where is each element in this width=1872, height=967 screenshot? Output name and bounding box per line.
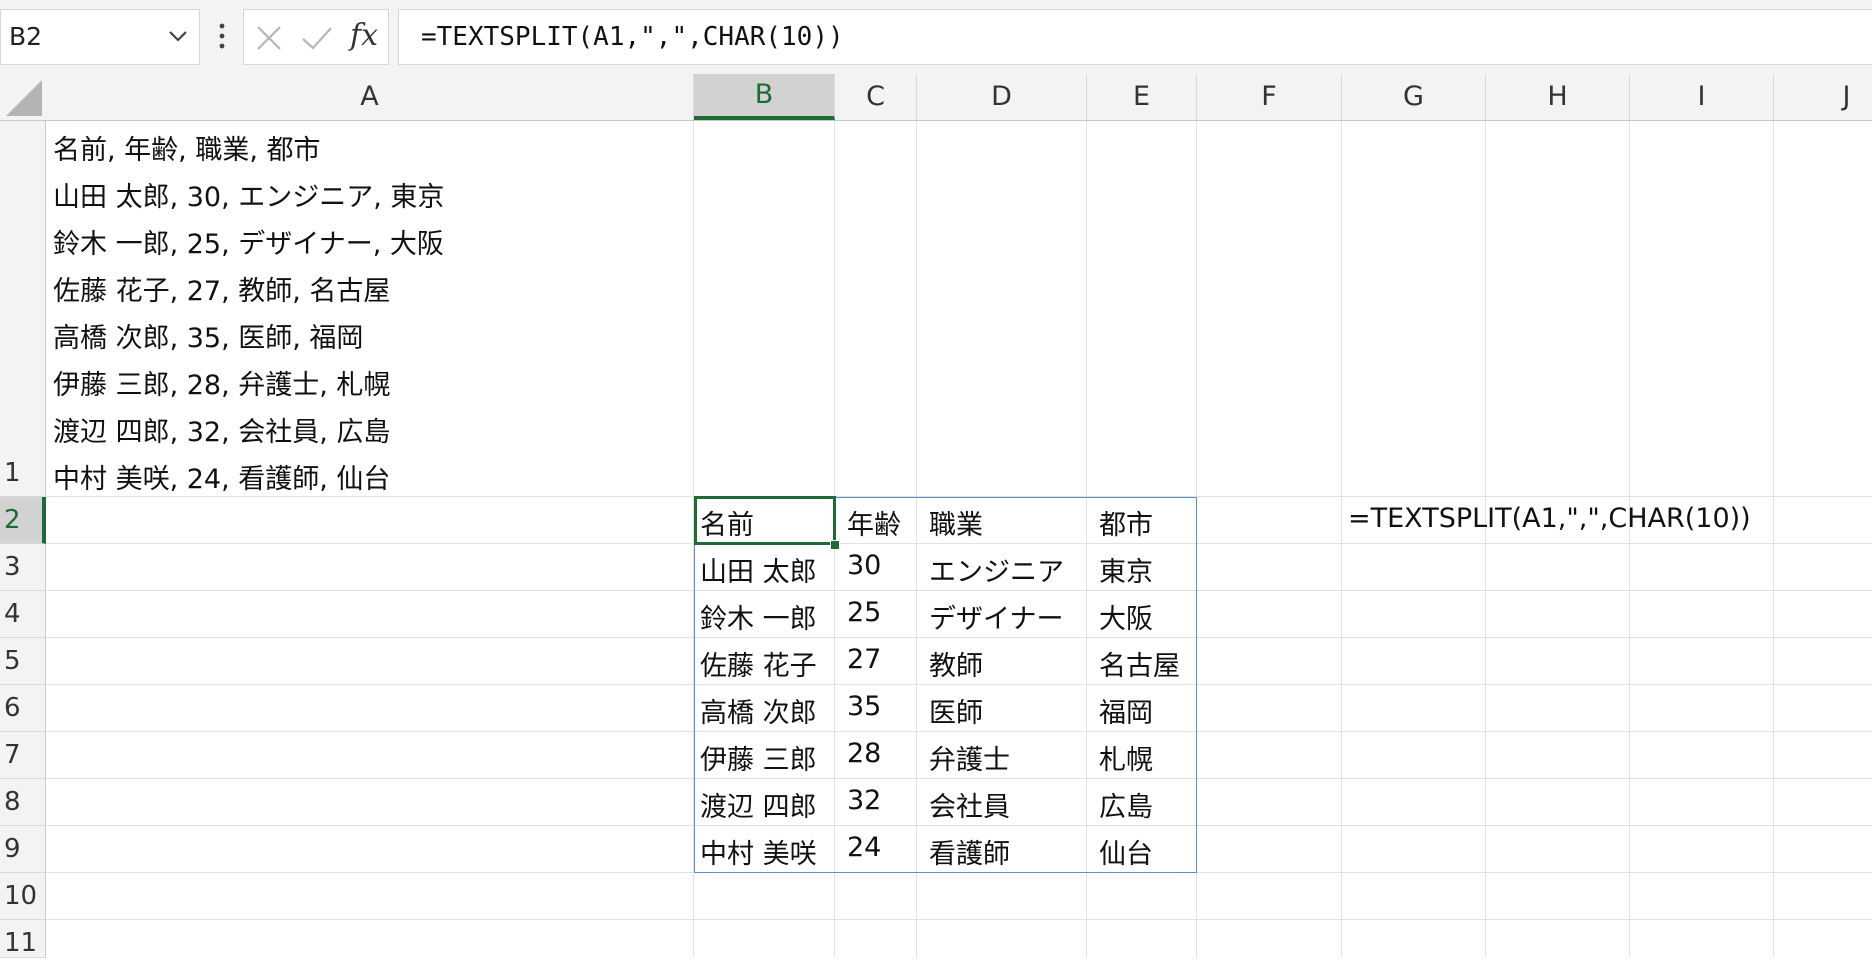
grid-line bbox=[1341, 121, 1342, 958]
column-header-row: ABCDEFGHIJ bbox=[0, 74, 1872, 121]
column-header-j[interactable]: J bbox=[1774, 74, 1872, 120]
column-header-h[interactable]: H bbox=[1486, 74, 1630, 120]
more-options-icon[interactable] bbox=[212, 18, 232, 60]
enter-icon[interactable] bbox=[300, 23, 334, 57]
column-header-e[interactable]: E bbox=[1087, 74, 1197, 120]
name-box[interactable]: B2 bbox=[0, 9, 200, 65]
formula-bar: B2 fx =TEXTSPLIT(A1,",",CHAR(10)) bbox=[0, 0, 1872, 74]
formula-input[interactable]: =TEXTSPLIT(A1,",",CHAR(10)) bbox=[398, 9, 1872, 65]
grid-line bbox=[1485, 121, 1486, 958]
cell-a1-line: 佐藤 花子, 27, 教師, 名古屋 bbox=[53, 276, 391, 307]
row-header-11[interactable]: 11 bbox=[0, 920, 46, 958]
formula-text: =TEXTSPLIT(A1,",",CHAR(10)) bbox=[421, 22, 844, 52]
column-header-g[interactable]: G bbox=[1342, 74, 1486, 120]
grid-line bbox=[1773, 121, 1774, 958]
insert-function-button[interactable]: fx bbox=[350, 18, 378, 53]
cell-a1-line: 中村 美咲, 24, 看護師, 仙台 bbox=[53, 464, 391, 495]
row-header-1[interactable]: 1 bbox=[0, 121, 46, 497]
cell-a1-line: 高橋 次郎, 35, 医師, 福岡 bbox=[53, 323, 364, 354]
spill-range-border bbox=[694, 497, 1197, 873]
row-header-3[interactable]: 3 bbox=[0, 544, 46, 591]
row-header-4[interactable]: 4 bbox=[0, 591, 46, 638]
formula-buttons: fx bbox=[243, 9, 389, 65]
cell-a1-line: 渡辺 四郎, 32, 会社員, 広島 bbox=[53, 417, 391, 448]
column-header-i[interactable]: I bbox=[1630, 74, 1774, 120]
cell-a1-line: 鈴木 一郎, 25, デザイナー, 大阪 bbox=[53, 229, 444, 260]
active-cell-b2[interactable] bbox=[694, 496, 836, 545]
column-header-b[interactable]: B bbox=[694, 74, 835, 120]
row-header-6[interactable]: 6 bbox=[0, 685, 46, 732]
fill-handle[interactable] bbox=[830, 540, 840, 550]
cell-a1-line: 名前, 年齢, 職業, 都市 bbox=[53, 135, 321, 166]
cancel-icon[interactable] bbox=[254, 23, 284, 57]
grid-line bbox=[46, 919, 1872, 920]
row-header-2[interactable]: 2 bbox=[0, 497, 46, 544]
name-box-value: B2 bbox=[9, 22, 43, 51]
chevron-down-icon[interactable] bbox=[167, 28, 189, 48]
column-header-c[interactable]: C bbox=[835, 74, 917, 120]
row-header-8[interactable]: 8 bbox=[0, 779, 46, 826]
column-header-f[interactable]: F bbox=[1197, 74, 1342, 120]
cell-a1-line: 山田 太郎, 30, エンジニア, 東京 bbox=[53, 182, 445, 213]
row-header-10[interactable]: 10 bbox=[0, 873, 46, 920]
column-header-d[interactable]: D bbox=[917, 74, 1087, 120]
column-header-a[interactable]: A bbox=[46, 74, 694, 120]
select-all-button[interactable] bbox=[0, 74, 46, 120]
cell-g2[interactable]: =TEXTSPLIT(A1,",",CHAR(10)) bbox=[1348, 503, 1751, 534]
grid-line bbox=[1629, 121, 1630, 958]
cell-a1-line: 伊藤 三郎, 28, 弁護士, 札幌 bbox=[53, 370, 391, 401]
row-header-5[interactable]: 5 bbox=[0, 638, 46, 685]
row-header-7[interactable]: 7 bbox=[0, 732, 46, 779]
row-header-9[interactable]: 9 bbox=[0, 826, 46, 873]
